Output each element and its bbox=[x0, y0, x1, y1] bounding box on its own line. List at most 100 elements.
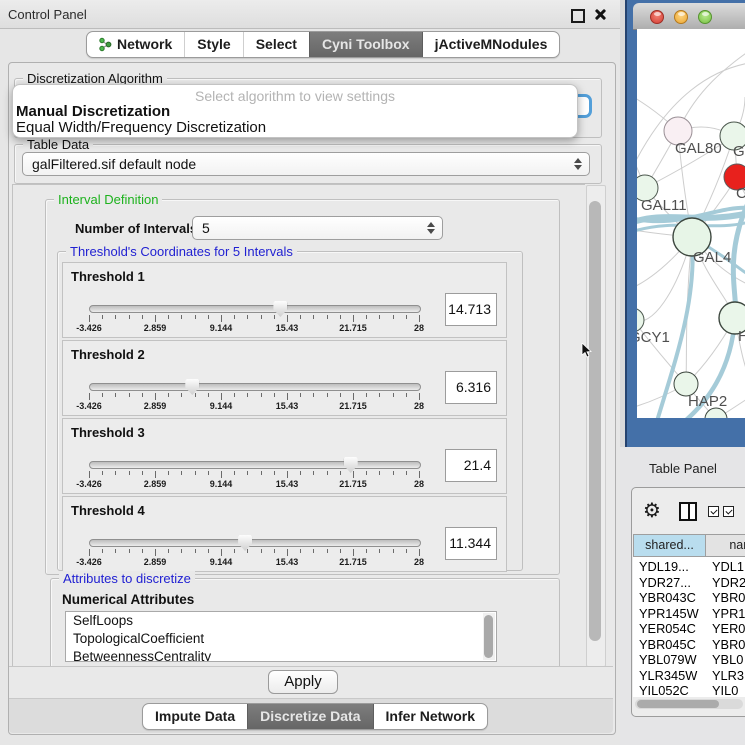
table-panel-title: Table Panel bbox=[649, 461, 717, 476]
thresholds-group: Threshold's Coordinates for 5 Intervals … bbox=[57, 251, 523, 571]
dropdown-option-manual-discretization[interactable]: Manual Discretization bbox=[13, 104, 577, 120]
threshold-4-panel: Threshold 4 -3.4262.8599.14415.4321.7152… bbox=[62, 496, 507, 572]
table-data-group-title: Table Data bbox=[23, 137, 93, 152]
threshold-2-panel: Threshold 2 -3.4262.8599.14415.4321.7152… bbox=[62, 340, 507, 416]
control-panel-titlebar: Control Panel bbox=[0, 0, 620, 29]
tab-jactivemnodules[interactable]: jActiveMNodules bbox=[422, 32, 560, 57]
slider-axis-labels: -3.4262.8599.14415.4321.71528 bbox=[89, 479, 419, 490]
tab-cyni-toolbox[interactable]: Cyni Toolbox bbox=[309, 32, 422, 57]
threshold-1-slider[interactable] bbox=[89, 305, 421, 313]
algorithm-dropdown-popup: Select algorithm to view settings Manual… bbox=[12, 84, 578, 138]
slider-axis-labels: -3.4262.8599.14415.4321.71528 bbox=[89, 557, 419, 568]
control-panel-window: Control Panel Network Style Select Cyni … bbox=[0, 0, 620, 745]
threshold-1-value-field[interactable]: 14.713 bbox=[445, 293, 497, 326]
threshold-3-slider[interactable] bbox=[89, 461, 421, 469]
threshold-1-panel: Threshold 1 -3.4262.8599.14415.4321.7152… bbox=[62, 262, 507, 338]
settings-scrollbar[interactable] bbox=[586, 185, 606, 667]
network-icon bbox=[99, 37, 112, 52]
threshold-3-label: Threshold 3 bbox=[71, 425, 145, 440]
table-row[interactable]: YER054CYER0 bbox=[633, 621, 745, 637]
network-canvas[interactable]: GAL80 G C GAL11 GAL4 GCY1 H HAP2 bbox=[637, 29, 745, 418]
slider-axis-labels: -3.4262.8599.14415.4321.71528 bbox=[89, 323, 419, 334]
slider-tick-marks bbox=[89, 315, 419, 323]
threshold-2-value-field[interactable]: 6.316 bbox=[445, 371, 497, 404]
list-item[interactable]: TopologicalCoefficient bbox=[66, 630, 496, 648]
zoom-traffic-light-icon[interactable] bbox=[698, 10, 712, 24]
network-window-titlebar bbox=[633, 3, 745, 30]
attributes-group-title: Attributes to discretize bbox=[59, 571, 195, 586]
node-label: GCY1 bbox=[637, 329, 670, 346]
column-header-shared-name[interactable]: shared... bbox=[633, 534, 706, 557]
table-row[interactable]: YDL19...YDL1 bbox=[633, 559, 745, 575]
scrollbar-thumb[interactable] bbox=[637, 700, 719, 708]
threshold-4-label: Threshold 4 bbox=[71, 503, 145, 518]
tab-impute-data[interactable]: Impute Data bbox=[143, 704, 247, 729]
threshold-2-label: Threshold 2 bbox=[71, 347, 145, 362]
tab-select[interactable]: Select bbox=[243, 32, 309, 57]
table-row[interactable]: YPR145WYPR1 bbox=[633, 606, 745, 622]
slider-tick-marks bbox=[89, 393, 419, 401]
stepper-arrows-icon bbox=[574, 158, 582, 170]
table-horizontal-scrollbar[interactable] bbox=[635, 699, 743, 709]
stepper-arrows-icon bbox=[427, 222, 435, 234]
tab-style[interactable]: Style bbox=[184, 32, 242, 57]
list-item[interactable]: BetweennessCentrality bbox=[66, 648, 496, 662]
control-panel-title: Control Panel bbox=[8, 7, 87, 22]
table-row[interactable]: YIL052CYIL0 bbox=[633, 683, 745, 697]
apply-button[interactable]: Apply bbox=[268, 670, 338, 694]
close-traffic-light-icon[interactable] bbox=[650, 10, 664, 24]
dropdown-option-equal-width-frequency[interactable]: Equal Width/Frequency Discretization bbox=[13, 120, 577, 136]
numerical-attributes-label: Numerical Attributes bbox=[62, 592, 194, 607]
threshold-4-value-field[interactable]: 11.344 bbox=[445, 527, 497, 560]
table-row[interactable]: YLR345WYLR3 bbox=[633, 668, 745, 684]
desktop: Control Panel Network Style Select Cyni … bbox=[0, 0, 745, 745]
list-item[interactable]: SelfLoops bbox=[66, 612, 496, 630]
node-label: C bbox=[736, 185, 745, 202]
numerical-attributes-list[interactable]: SelfLoops TopologicalCoefficient Between… bbox=[65, 611, 497, 662]
node-label: HAP2 bbox=[688, 393, 727, 410]
node-label: GAL11 bbox=[641, 197, 687, 214]
threshold-2-slider[interactable] bbox=[89, 383, 421, 391]
threshold-3-value-field[interactable]: 21.4 bbox=[445, 449, 497, 482]
slider-tick-marks bbox=[89, 471, 419, 479]
slider-axis-labels: -3.4262.8599.14415.4321.71528 bbox=[89, 401, 419, 412]
tab-infer-network[interactable]: Infer Network bbox=[373, 704, 487, 729]
threshold-3-panel: Threshold 3 -3.4262.8599.14415.4321.7152… bbox=[62, 418, 507, 494]
table-data-combobox[interactable]: galFiltered.sif default node bbox=[22, 152, 590, 176]
scrollbar-thumb[interactable] bbox=[589, 201, 601, 641]
gear-icon[interactable]: ⚙ bbox=[643, 500, 661, 522]
number-of-intervals-combobox[interactable]: 5 bbox=[192, 216, 443, 240]
node-label: GAL4 bbox=[693, 249, 731, 266]
node-label: H bbox=[738, 328, 745, 345]
table-row[interactable]: YDR27...YDR2 bbox=[633, 575, 745, 591]
table-row[interactable]: YBR045CYBR0 bbox=[633, 637, 745, 653]
threshold-1-label: Threshold 1 bbox=[71, 269, 145, 284]
tab-discretize-data[interactable]: Discretize Data bbox=[247, 704, 372, 729]
tab-network[interactable]: Network bbox=[87, 32, 184, 57]
checkbox-icon[interactable] bbox=[708, 506, 719, 517]
slider-tick-marks bbox=[89, 549, 419, 557]
number-of-intervals-label: Number of Intervals bbox=[75, 221, 197, 236]
minimize-traffic-light-icon[interactable] bbox=[674, 10, 688, 24]
interval-definition-title: Interval Definition bbox=[54, 192, 162, 207]
table-row[interactable]: YBL079WYBL0 bbox=[633, 652, 745, 668]
checkbox-icon[interactable] bbox=[723, 506, 734, 517]
table-row[interactable]: YBR043CYBR0 bbox=[633, 590, 745, 606]
dropdown-prompt-option[interactable]: Select algorithm to view settings bbox=[13, 88, 577, 104]
thresholds-group-title: Threshold's Coordinates for 5 Intervals bbox=[66, 244, 297, 259]
node-label: GAL80 bbox=[675, 140, 722, 157]
column-header-name[interactable]: name bbox=[705, 534, 745, 557]
node-table: shared... name YDL19...YDL1 YDR27...YDR2… bbox=[633, 534, 745, 697]
mouse-cursor bbox=[581, 343, 592, 358]
network-svg: GAL80 G C GAL11 GAL4 GCY1 H HAP2 bbox=[637, 29, 745, 418]
list-scrollbar[interactable] bbox=[483, 613, 495, 660]
threshold-4-slider[interactable] bbox=[89, 539, 421, 547]
close-icon[interactable] bbox=[594, 8, 607, 21]
control-panel-tabs: Network Style Select Cyni Toolbox jActiv… bbox=[86, 31, 560, 58]
columns-icon[interactable] bbox=[679, 502, 697, 521]
bottom-tabs: Impute Data Discretize Data Infer Networ… bbox=[142, 703, 488, 730]
node-label: G bbox=[733, 143, 745, 160]
number-of-intervals-value: 5 bbox=[193, 220, 210, 236]
float-window-icon[interactable] bbox=[571, 9, 585, 23]
table-data-value: galFiltered.sif default node bbox=[23, 156, 196, 172]
